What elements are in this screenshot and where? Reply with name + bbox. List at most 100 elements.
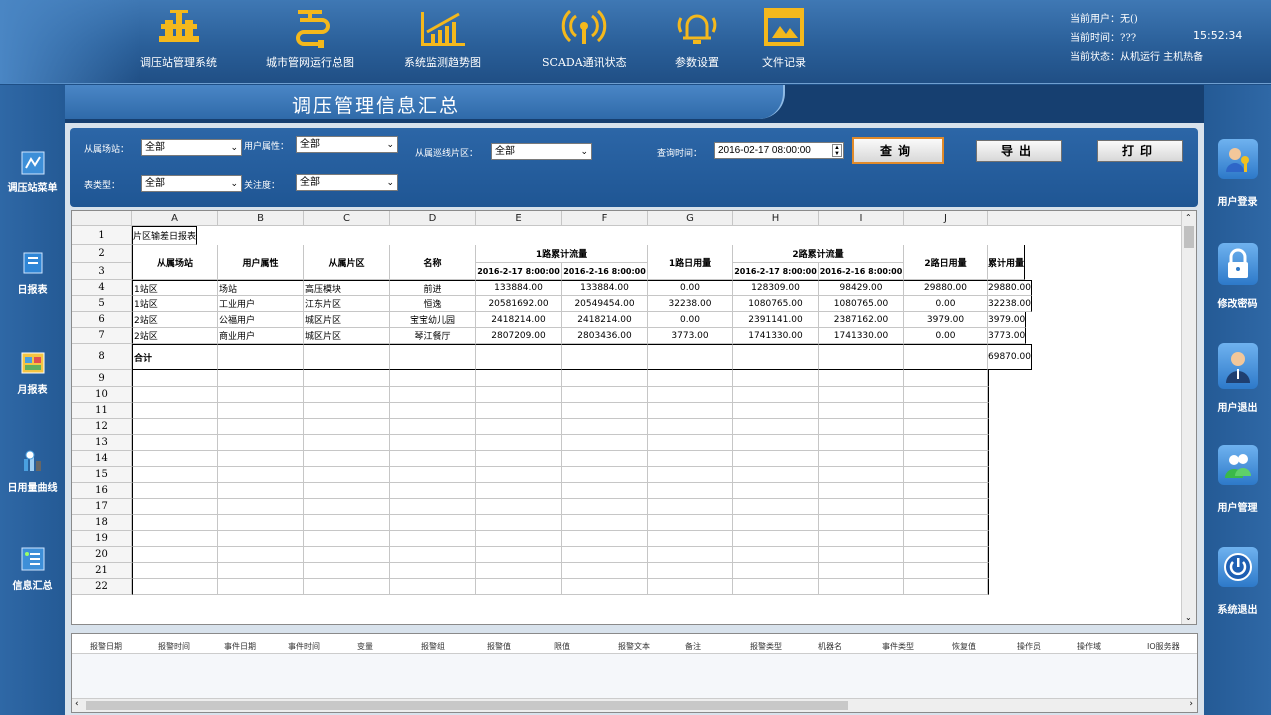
empty-cell[interactable]: [390, 499, 476, 515]
empty-cell[interactable]: [132, 547, 218, 563]
header-station[interactable]: 从属场站: [132, 245, 218, 280]
column-header-blank[interactable]: [988, 211, 1183, 226]
nav-pressure-station-system[interactable]: 调压站管理系统: [140, 4, 217, 70]
alarm-column-header[interactable]: 报警值: [487, 641, 511, 652]
empty-cell[interactable]: [733, 515, 819, 531]
empty-cell[interactable]: [648, 563, 733, 579]
data-cell[interactable]: 前进: [390, 280, 476, 296]
empty-cell[interactable]: [733, 531, 819, 547]
report-spreadsheet[interactable]: ABCDEFGHIJK12345678910111213141516171819…: [71, 210, 1197, 625]
empty-cell[interactable]: [562, 370, 648, 387]
empty-cell[interactable]: [562, 499, 648, 515]
empty-cell[interactable]: [904, 515, 988, 531]
header-daily2[interactable]: 2路日用量: [904, 245, 988, 280]
row-number[interactable]: 11: [72, 403, 132, 419]
empty-cell[interactable]: [218, 403, 304, 419]
user-logout-button[interactable]: 用户退出: [1204, 343, 1271, 414]
empty-cell[interactable]: [648, 547, 733, 563]
empty-cell[interactable]: [218, 579, 304, 595]
nav-file-records[interactable]: 文件记录: [756, 4, 812, 70]
empty-cell[interactable]: [648, 387, 733, 403]
patrol-area-select[interactable]: 全部 ⌄: [491, 143, 592, 160]
system-exit-button[interactable]: 系统退出: [1204, 547, 1271, 616]
empty-cell[interactable]: [988, 403, 989, 419]
alarm-column-header[interactable]: 机器名: [818, 641, 842, 652]
empty-cell[interactable]: [733, 499, 819, 515]
header-date[interactable]: 2016-2-16 8:00:00: [562, 263, 648, 280]
empty-cell[interactable]: [476, 515, 562, 531]
alarm-column-header[interactable]: 操作员: [1017, 641, 1041, 652]
row-number[interactable]: 13: [72, 435, 132, 451]
empty-cell[interactable]: [390, 451, 476, 467]
empty-cell[interactable]: [390, 370, 476, 387]
table-type-select[interactable]: 全部 ⌄: [141, 175, 242, 192]
data-cell[interactable]: 32238.00: [648, 296, 733, 312]
empty-cell[interactable]: [819, 451, 904, 467]
alarm-column-header[interactable]: 限值: [554, 641, 570, 652]
user-management-button[interactable]: 用户管理: [1204, 445, 1271, 514]
row-number[interactable]: 14: [72, 451, 132, 467]
empty-cell[interactable]: [648, 531, 733, 547]
row-number[interactable]: 2: [72, 245, 132, 263]
empty-cell[interactable]: [648, 451, 733, 467]
empty-cell[interactable]: [904, 435, 988, 451]
data-cell[interactable]: 1站区: [132, 280, 218, 296]
empty-cell[interactable]: [988, 515, 989, 531]
column-header[interactable]: G: [648, 211, 733, 226]
empty-cell[interactable]: [132, 451, 218, 467]
empty-cell[interactable]: [819, 387, 904, 403]
column-header[interactable]: E: [476, 211, 562, 226]
spin-icon[interactable]: ▲ ▼: [832, 144, 842, 157]
empty-cell[interactable]: [476, 419, 562, 435]
empty-cell[interactable]: [904, 531, 988, 547]
empty-cell[interactable]: [988, 419, 989, 435]
empty-cell[interactable]: [390, 387, 476, 403]
empty-cell[interactable]: [390, 515, 476, 531]
empty-cell[interactable]: [304, 499, 390, 515]
empty-cell[interactable]: [819, 403, 904, 419]
empty-cell[interactable]: [819, 563, 904, 579]
alarm-column-header[interactable]: 事件日期: [224, 641, 256, 652]
data-cell[interactable]: 0.00: [904, 328, 988, 344]
data-cell[interactable]: 2418214.00: [562, 312, 648, 328]
empty-cell[interactable]: [819, 515, 904, 531]
empty-cell[interactable]: [648, 499, 733, 515]
empty-cell[interactable]: [648, 435, 733, 451]
empty-cell[interactable]: [476, 499, 562, 515]
data-cell[interactable]: 3773.00: [988, 328, 1027, 344]
empty-cell[interactable]: [132, 531, 218, 547]
empty-cell[interactable]: [132, 579, 218, 595]
empty-cell[interactable]: [988, 483, 989, 499]
empty-cell[interactable]: [476, 531, 562, 547]
empty-cell[interactable]: [733, 387, 819, 403]
user-attr-select[interactable]: 全部 ⌄: [296, 136, 398, 153]
empty-cell[interactable]: [904, 387, 988, 403]
data-cell[interactable]: 29880.00: [904, 280, 988, 296]
empty-cell[interactable]: [904, 563, 988, 579]
data-cell[interactable]: 133884.00: [476, 280, 562, 296]
column-header[interactable]: J: [904, 211, 988, 226]
empty-cell[interactable]: [904, 547, 988, 563]
empty-cell[interactable]: [304, 467, 390, 483]
row-number[interactable]: 3: [72, 263, 132, 280]
data-cell[interactable]: 1741330.00: [733, 328, 819, 344]
column-header[interactable]: B: [218, 211, 304, 226]
column-header[interactable]: I: [819, 211, 904, 226]
empty-cell[interactable]: [904, 403, 988, 419]
query-time-input[interactable]: 2016-02-17 08:00:00 ▲ ▼: [714, 142, 844, 159]
data-cell[interactable]: 城区片区: [304, 312, 390, 328]
header-total[interactable]: 累计用量: [988, 245, 1026, 280]
data-cell[interactable]: 128309.00: [733, 280, 819, 296]
empty-cell[interactable]: [390, 531, 476, 547]
empty-cell[interactable]: [390, 467, 476, 483]
station-select[interactable]: 全部 ⌄: [141, 139, 242, 156]
data-cell[interactable]: 20581692.00: [476, 296, 562, 312]
alarm-column-header[interactable]: 操作域: [1077, 641, 1101, 652]
sum-label[interactable]: 合计: [132, 344, 218, 370]
row-number[interactable]: 1: [72, 226, 132, 245]
empty-cell[interactable]: [304, 387, 390, 403]
empty-cell[interactable]: [562, 467, 648, 483]
empty-cell[interactable]: [988, 579, 989, 595]
empty-cell[interactable]: [819, 499, 904, 515]
data-cell[interactable]: 2803436.00: [562, 328, 648, 344]
